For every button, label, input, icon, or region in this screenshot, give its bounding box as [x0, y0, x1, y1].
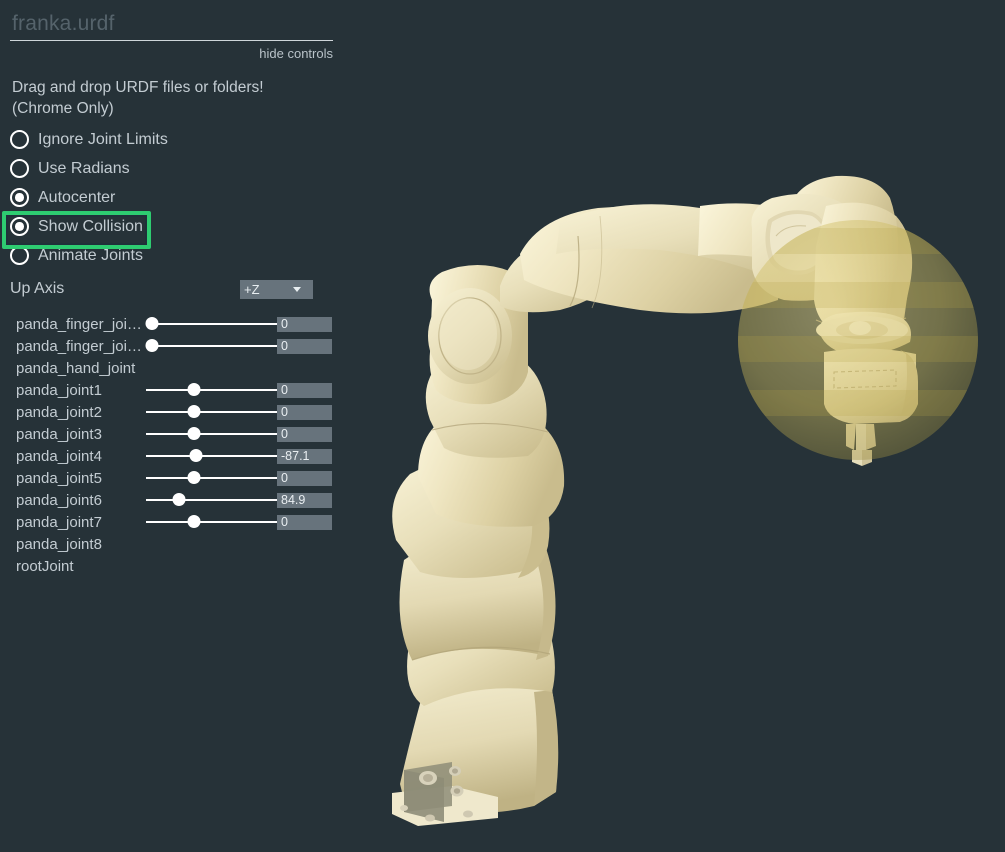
joint-value-input[interactable]: -87.1 [277, 449, 332, 464]
up-axis-value: +Z [244, 282, 260, 297]
slider-track [146, 433, 277, 435]
joint-row: rootJoint [0, 555, 345, 577]
toggle-label: Show Collision [38, 218, 143, 236]
chevron-down-icon [293, 287, 301, 292]
joint-row: panda_joint4 -87.1 [0, 445, 345, 467]
control-panel: franka.urdf hide controls Drag and drop … [0, 0, 345, 577]
slider-thumb[interactable] [145, 317, 158, 330]
joint-row: panda_joint5 0 [0, 467, 345, 489]
joint-row: panda_hand_joint [0, 357, 345, 379]
joint-label: panda_joint4 [16, 448, 144, 465]
joint-label: panda_hand_joint [16, 360, 144, 377]
joint-value-input[interactable]: 0 [277, 471, 332, 486]
slider-track [146, 455, 277, 457]
joint-value-input[interactable]: 84.9 [277, 493, 332, 508]
toggle-label: Use Radians [38, 160, 130, 178]
joint-label: panda_joint5 [16, 470, 144, 487]
slider-track [146, 499, 277, 501]
joint-row: panda_joint1 0 [0, 379, 345, 401]
slider-track [146, 323, 277, 325]
slider-track [146, 345, 277, 347]
joint-label: rootJoint [16, 558, 144, 575]
joint-slider[interactable] [146, 383, 277, 397]
joint-value-input[interactable]: 0 [277, 383, 332, 398]
toggle-ignore-joint-limits[interactable]: Ignore Joint Limits [0, 125, 345, 154]
hide-controls-link[interactable]: hide controls [259, 46, 333, 61]
joint-slider[interactable] [146, 317, 277, 331]
urdf-viewer-app: franka.urdf hide controls Drag and drop … [0, 0, 1005, 852]
joint-slider-list: panda_finger_joi…0panda_finger_joi…0pand… [0, 313, 345, 577]
slider-thumb[interactable] [188, 515, 201, 528]
radio-icon[interactable] [10, 246, 29, 265]
joint-value-input[interactable]: 0 [277, 515, 332, 530]
joint-label: panda_finger_joi… [16, 338, 144, 355]
joint-row: panda_joint3 0 [0, 423, 345, 445]
joint-slider[interactable] [146, 515, 277, 529]
collision-sphere [738, 220, 978, 460]
joint-value-input[interactable]: 0 [277, 405, 332, 420]
toggle-use-radians[interactable]: Use Radians [0, 154, 345, 183]
joint-slider[interactable] [146, 493, 277, 507]
joint-label: panda_joint3 [16, 426, 144, 443]
joint-row: panda_joint2 0 [0, 401, 345, 423]
slider-track [146, 477, 277, 479]
toggle-label: Animate Joints [38, 247, 143, 265]
joint-label: panda_finger_joi… [16, 316, 144, 333]
radio-icon[interactable] [10, 159, 29, 178]
joint-row: panda_finger_joi… 0 [0, 335, 345, 357]
joint-slider[interactable] [146, 339, 277, 353]
hide-controls-row: hide controls [0, 41, 345, 63]
toggle-label: Ignore Joint Limits [38, 131, 168, 149]
toggle-list: Ignore Joint Limits Use Radians Autocenter… [0, 125, 345, 270]
joint-row: panda_joint8 [0, 533, 345, 555]
slider-thumb[interactable] [188, 383, 201, 396]
slider-thumb[interactable] [188, 471, 201, 484]
joint-label: panda_joint2 [16, 404, 144, 421]
joint-slider[interactable] [146, 427, 277, 441]
joint-slider[interactable] [146, 405, 277, 419]
joint-slider[interactable] [146, 449, 277, 463]
radio-icon[interactable] [10, 188, 29, 207]
toggle-autocenter[interactable]: Autocenter [0, 183, 345, 212]
slider-thumb[interactable] [172, 493, 185, 506]
slider-track [146, 521, 277, 523]
slider-thumb[interactable] [188, 405, 201, 418]
joint-label: panda_joint6 [16, 492, 144, 509]
dragdrop-hint: Drag and drop URDF files or folders! (Ch… [0, 63, 345, 125]
joint-row: panda_joint7 0 [0, 511, 345, 533]
page-title: franka.urdf [0, 0, 345, 40]
joint-value-input[interactable]: 0 [277, 427, 332, 442]
toggle-show-collision[interactable]: Show Collision [0, 212, 345, 241]
joint-label: panda_joint8 [16, 536, 144, 553]
up-axis-row: Up Axis +Z [0, 274, 345, 304]
joint-label: panda_joint1 [16, 382, 144, 399]
radio-icon[interactable] [10, 130, 29, 149]
joint-value-input[interactable]: 0 [277, 339, 332, 354]
joint-slider[interactable] [146, 471, 277, 485]
radio-icon[interactable] [10, 217, 29, 236]
slider-thumb[interactable] [145, 339, 158, 352]
toggle-label: Autocenter [38, 189, 115, 207]
joint-row: panda_finger_joi… 0 [0, 313, 345, 335]
up-axis-label: Up Axis [10, 280, 64, 298]
up-axis-select[interactable]: +Z [240, 280, 313, 299]
slider-thumb[interactable] [190, 449, 203, 462]
joint-value-input[interactable]: 0 [277, 317, 332, 332]
slider-thumb[interactable] [188, 427, 201, 440]
slider-track [146, 389, 277, 391]
toggle-animate-joints[interactable]: Animate Joints [0, 241, 345, 270]
slider-track [146, 411, 277, 413]
joint-label: panda_joint7 [16, 514, 144, 531]
joint-row: panda_joint6 84.9 [0, 489, 345, 511]
